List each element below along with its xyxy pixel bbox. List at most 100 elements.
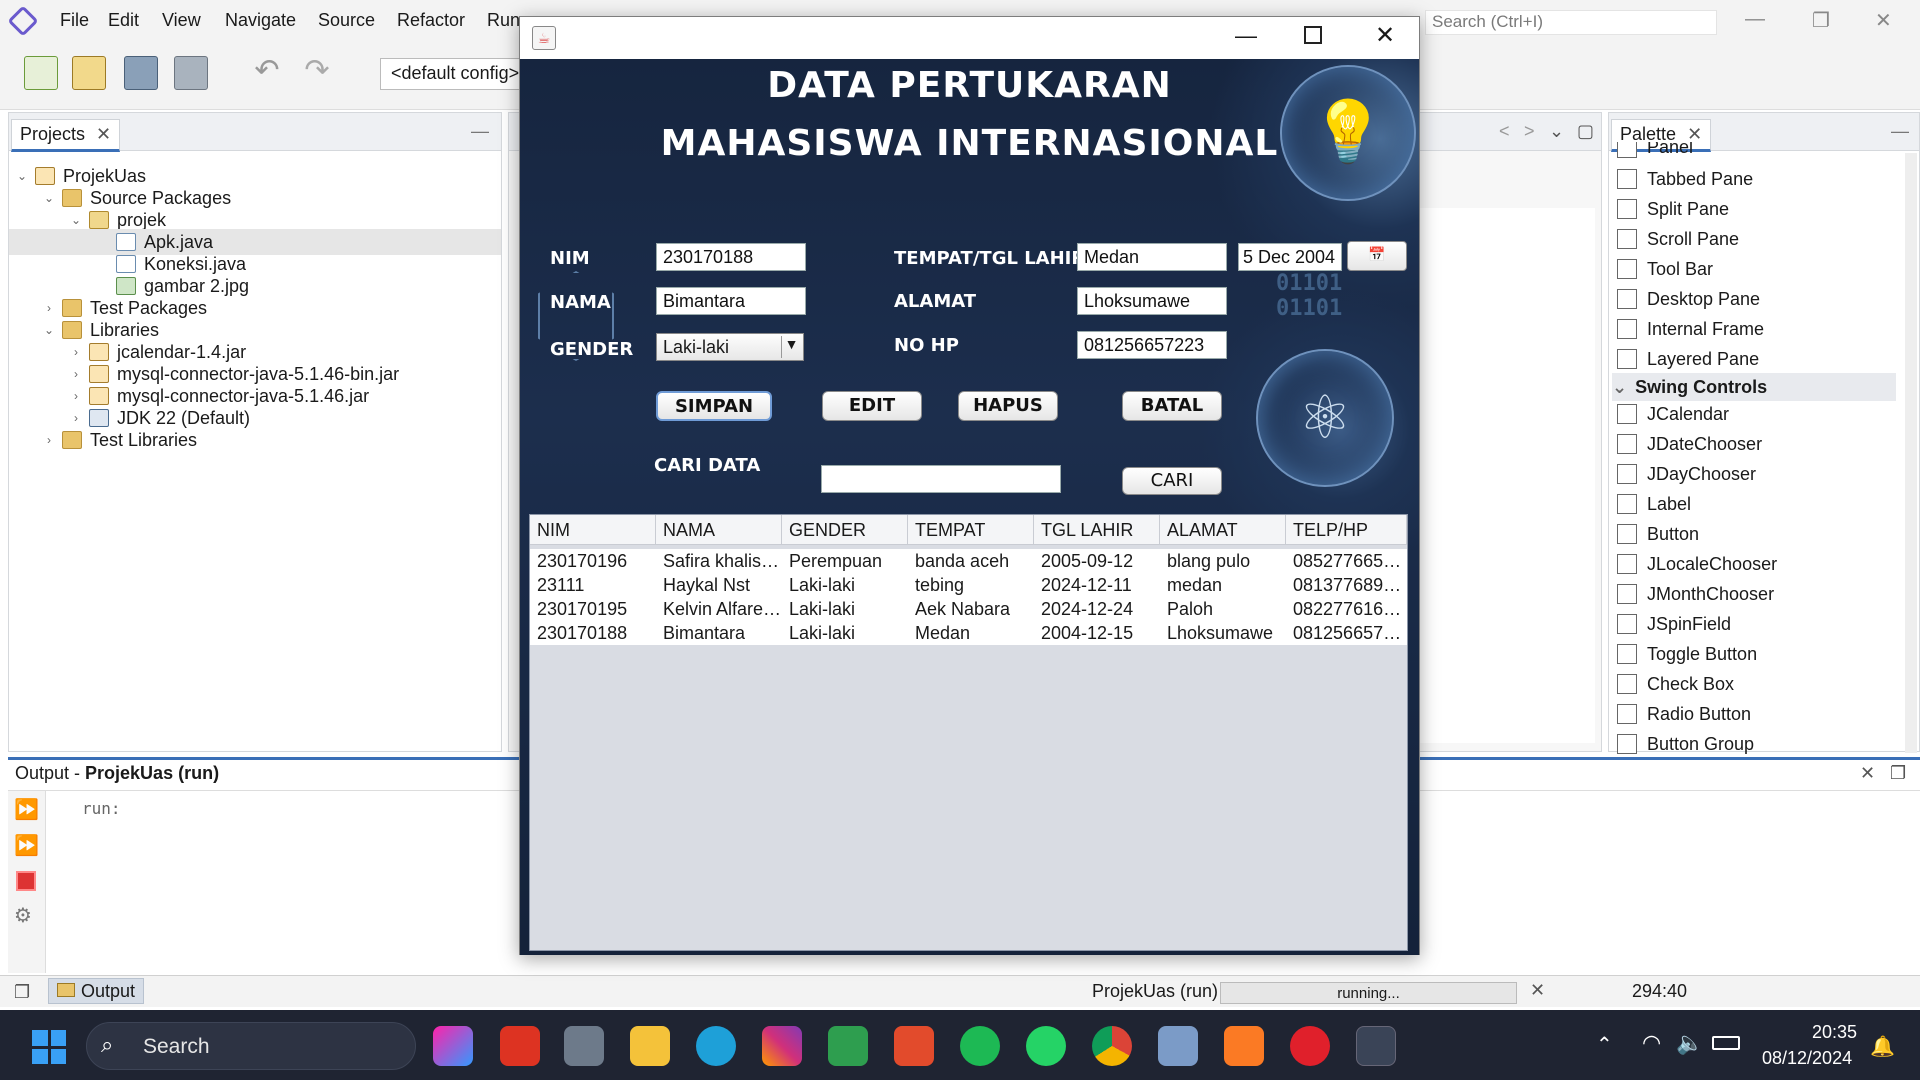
- column-header[interactable]: TELP/HP: [1286, 515, 1407, 545]
- table-row[interactable]: 23111 Haykal Nst Laki-laki tebing 2024-12-11…: [530, 573, 1407, 597]
- instagram-icon[interactable]: [762, 1026, 802, 1066]
- app-minimize-icon[interactable]: —: [1235, 23, 1257, 49]
- cari-button[interactable]: CARI: [1122, 467, 1222, 495]
- undo-icon[interactable]: ↶: [250, 56, 284, 90]
- table-row[interactable]: 230170195 Kelvin Alfare… Laki-laki Aek Naba…: [530, 597, 1407, 621]
- chevron-right-icon[interactable]: ›: [69, 367, 83, 381]
- minimize-panel-icon[interactable]: —: [1891, 121, 1909, 142]
- palette-item[interactable]: Layered Pane: [1617, 345, 1759, 373]
- table-row[interactable]: 230170188 Bimantara Laki-laki Medan 2004-12-…: [530, 621, 1407, 645]
- chevron-right-icon[interactable]: ›: [69, 345, 83, 359]
- chevron-down-icon[interactable]: ⌄: [15, 169, 29, 183]
- palette-item[interactable]: JLocaleChooser: [1617, 550, 1777, 578]
- rerun-icon[interactable]: ⏩: [14, 797, 39, 822]
- chevron-down-icon[interactable]: ▼: [781, 336, 801, 358]
- palette-item[interactable]: Split Pane: [1617, 195, 1729, 223]
- palette-item[interactable]: Tool Bar: [1617, 255, 1713, 283]
- close-tab-icon[interactable]: ✕: [1687, 124, 1702, 144]
- data-table[interactable]: NIM NAMA GENDER TEMPAT TGL LAHIR ALAMAT TELP/H…: [529, 514, 1408, 951]
- nim-field[interactable]: 230170188: [656, 243, 806, 271]
- menu-file[interactable]: File: [60, 10, 89, 31]
- chevron-down-icon[interactable]: ⌄: [42, 191, 56, 205]
- ide-search-input[interactable]: Search (Ctrl+I): [1425, 10, 1717, 35]
- palette-item[interactable]: Check Box: [1617, 670, 1734, 698]
- whatsapp-icon[interactable]: [1026, 1026, 1066, 1066]
- minimize-icon[interactable]: —: [1745, 8, 1765, 31]
- chevron-right-icon[interactable]: ›: [42, 433, 56, 447]
- palette-item[interactable]: Desktop Pane: [1617, 285, 1760, 313]
- menu-refactor[interactable]: Refactor: [397, 10, 465, 31]
- menu-navigate[interactable]: Navigate: [225, 10, 296, 31]
- chevron-right-icon[interactable]: ›: [42, 301, 56, 315]
- close-output-icon[interactable]: ✕: [1860, 763, 1875, 784]
- palette-item[interactable]: Button Group: [1617, 730, 1754, 758]
- close-icon[interactable]: ✕: [1875, 8, 1892, 33]
- close-tab-icon[interactable]: ✕: [96, 124, 111, 144]
- tanggal-field[interactable]: 5 Dec 2004: [1238, 243, 1342, 271]
- palette-item[interactable]: JDayChooser: [1617, 460, 1756, 488]
- output-window-icon[interactable]: ❐: [14, 982, 30, 1003]
- palette-item[interactable]: Radio Button: [1617, 700, 1751, 728]
- scroll-right-icon[interactable]: >: [1524, 121, 1535, 142]
- palette-item[interactable]: JSpinField: [1617, 610, 1731, 638]
- menu-source[interactable]: Source: [318, 10, 375, 31]
- spotify-icon[interactable]: [960, 1026, 1000, 1066]
- nama-field[interactable]: Bimantara: [656, 287, 806, 315]
- simpan-button[interactable]: SIMPAN: [656, 391, 772, 421]
- menu-view[interactable]: View: [162, 10, 201, 31]
- media-app-icon[interactable]: [894, 1026, 934, 1066]
- calendar-button[interactable]: 📅: [1347, 241, 1407, 271]
- batal-button[interactable]: BATAL: [1122, 391, 1222, 421]
- column-header[interactable]: GENDER: [782, 515, 908, 545]
- cari-input[interactable]: [821, 465, 1061, 493]
- meet-icon[interactable]: [828, 1026, 868, 1066]
- notification-icon[interactable]: 🔔: [1870, 1034, 1895, 1059]
- palette-item[interactable]: Internal Frame: [1617, 315, 1764, 343]
- column-header[interactable]: NAMA: [656, 515, 782, 545]
- menu-edit[interactable]: Edit: [108, 10, 139, 31]
- chrome-icon[interactable]: [1092, 1026, 1132, 1066]
- rerun-with-options-icon[interactable]: ⏩: [14, 833, 39, 858]
- palette-section[interactable]: ⌄ Swing Controls: [1612, 373, 1896, 401]
- palette-item[interactable]: JCalendar: [1617, 400, 1729, 428]
- tempat-field[interactable]: Medan: [1077, 243, 1227, 271]
- battery-icon[interactable]: [1712, 1036, 1740, 1050]
- palette-item[interactable]: Label: [1617, 490, 1691, 518]
- open-project-icon[interactable]: [124, 56, 158, 90]
- palette-item[interactable]: Toggle Button: [1617, 640, 1757, 668]
- config-select[interactable]: <default config>: [380, 58, 520, 90]
- wifi-icon[interactable]: ◠: [1642, 1030, 1661, 1056]
- gender-select[interactable]: Laki-laki ▼: [656, 333, 804, 361]
- column-header[interactable]: NIM: [530, 515, 656, 545]
- app-close-icon[interactable]: ✕: [1375, 21, 1395, 50]
- chevron-down-icon[interactable]: ⌄: [42, 323, 56, 337]
- table-row[interactable]: 230170196 Safira khalis… Perempuan banda ac…: [530, 549, 1407, 573]
- pdf-app-icon[interactable]: [500, 1026, 540, 1066]
- chevron-right-icon[interactable]: ›: [69, 411, 83, 425]
- restore-icon[interactable]: ❐: [1812, 8, 1830, 33]
- xampp-icon[interactable]: [1224, 1026, 1264, 1066]
- redo-icon[interactable]: ↷: [300, 56, 334, 90]
- taskbar-search[interactable]: ⌕ Search: [86, 1022, 416, 1070]
- clock-date[interactable]: 08/12/2024: [1762, 1048, 1852, 1069]
- save-all-icon[interactable]: [174, 56, 208, 90]
- nohp-field[interactable]: 081256657223: [1077, 331, 1227, 359]
- hapus-button[interactable]: HAPUS: [958, 391, 1058, 421]
- app-maximize-icon[interactable]: [1304, 26, 1322, 44]
- maximize-output-icon[interactable]: ❐: [1890, 763, 1906, 784]
- palette-item[interactable]: Panel: [1617, 142, 1693, 158]
- column-header[interactable]: ALAMAT: [1160, 515, 1286, 545]
- chevron-down-icon[interactable]: ⌄: [1612, 377, 1627, 398]
- tab-projects[interactable]: Projects ✕: [11, 119, 121, 152]
- palette-item[interactable]: Tabbed Pane: [1617, 165, 1753, 193]
- new-file-icon[interactable]: [24, 56, 58, 90]
- output-status-tab[interactable]: Output: [48, 978, 145, 1004]
- file-explorer-icon[interactable]: [630, 1026, 670, 1066]
- tree-item[interactable]: Apk.java: [9, 229, 501, 255]
- clock-time[interactable]: 20:35: [1812, 1022, 1857, 1043]
- palette-item[interactable]: Scroll Pane: [1617, 225, 1739, 253]
- new-project-icon[interactable]: [72, 56, 106, 90]
- column-header[interactable]: TEMPAT: [908, 515, 1034, 545]
- palette-scrollbar[interactable]: [1905, 153, 1917, 753]
- chevron-right-icon[interactable]: ›: [69, 389, 83, 403]
